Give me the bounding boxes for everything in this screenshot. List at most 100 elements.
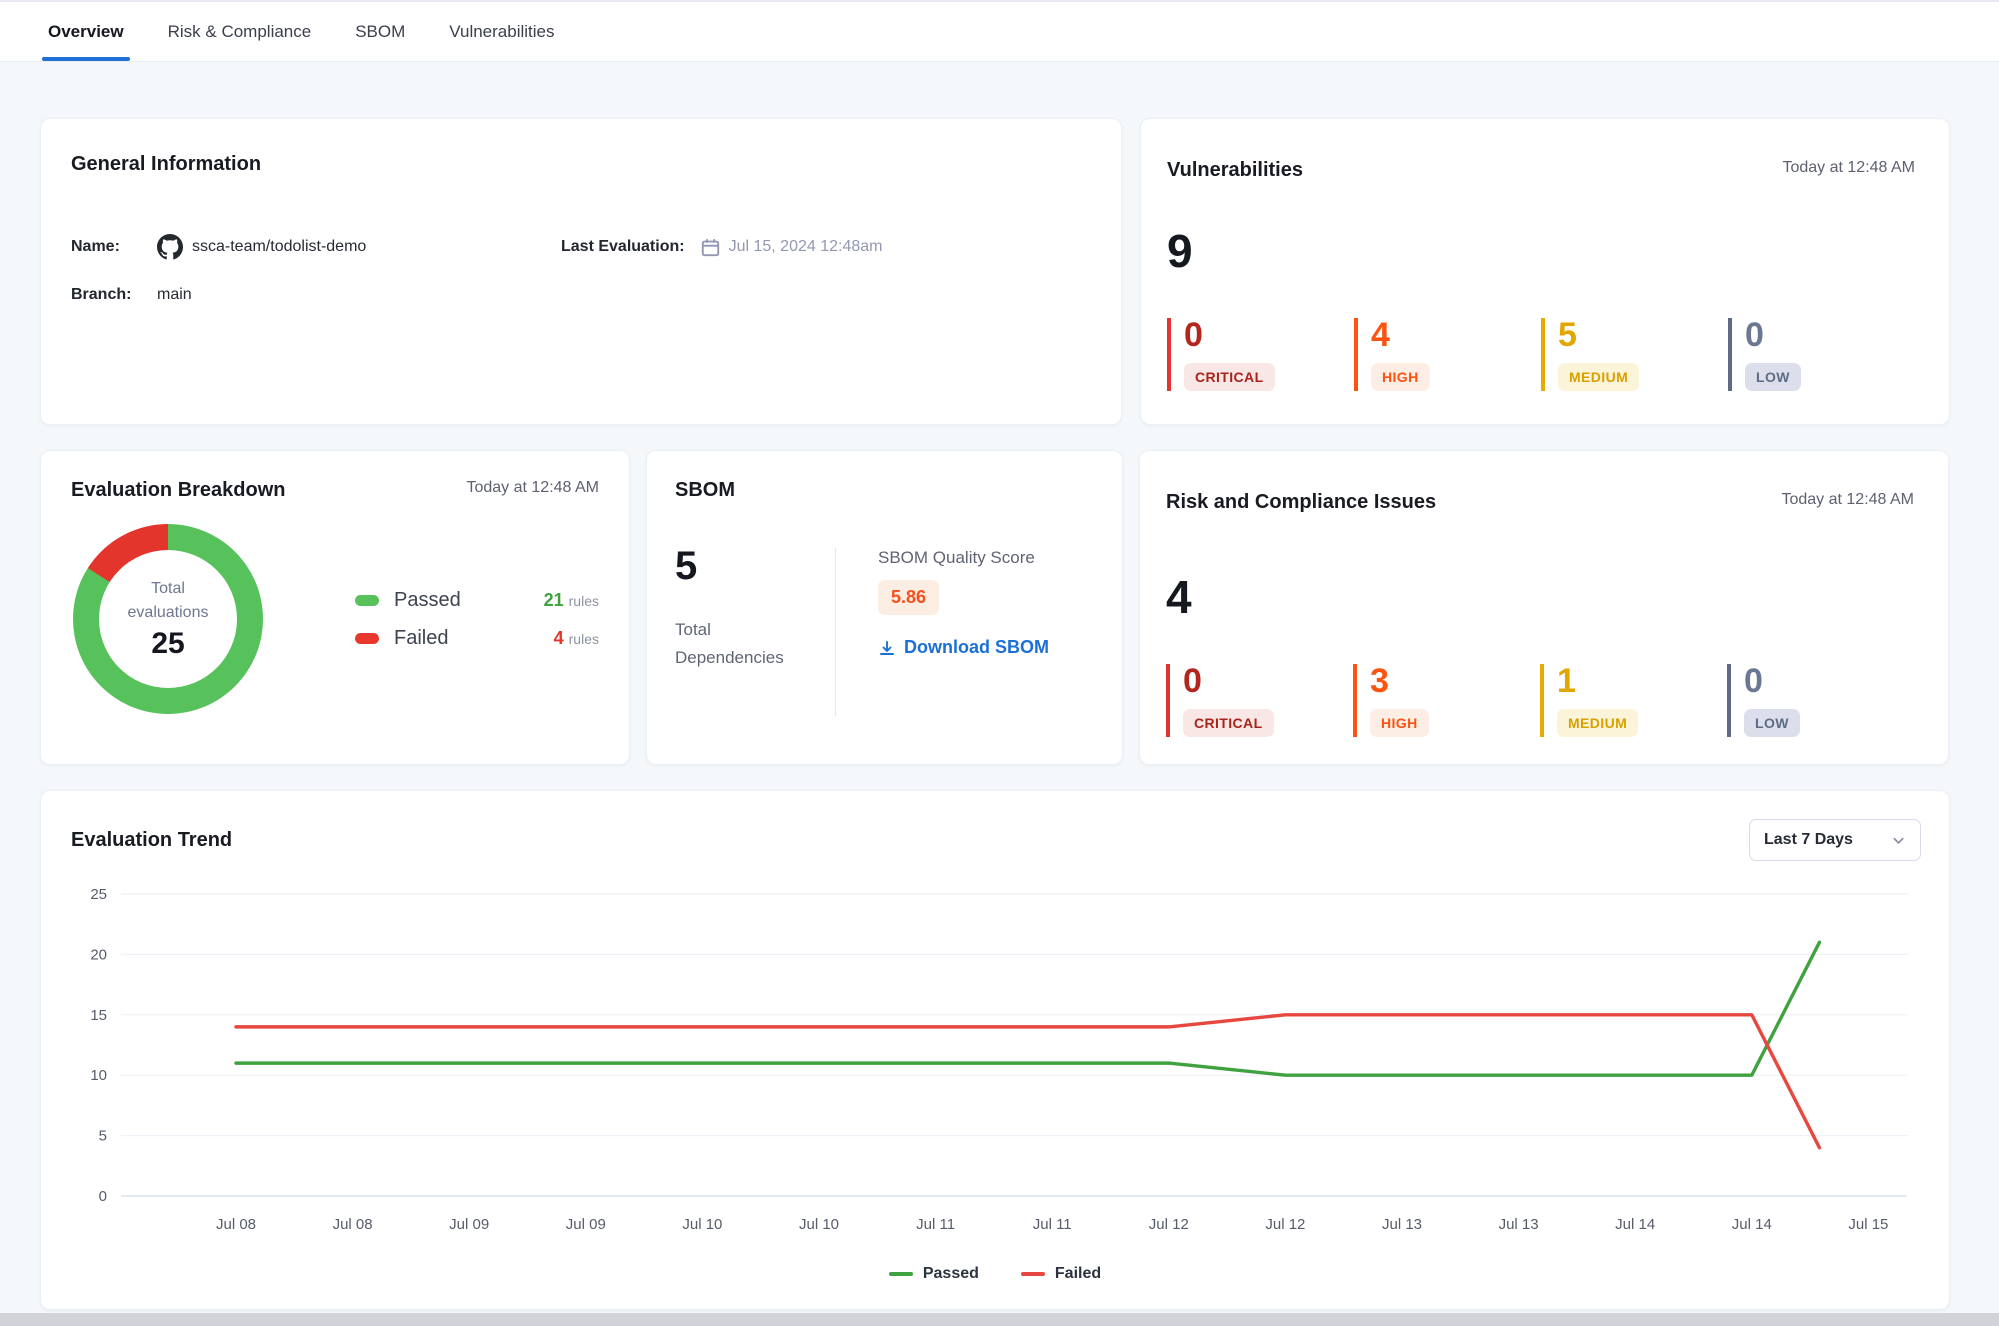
low-badge: LOW [1745, 363, 1801, 391]
sbom-title: SBOM [675, 479, 735, 502]
svg-text:Jul 14: Jul 14 [1732, 1216, 1772, 1233]
svg-text:Jul 08: Jul 08 [216, 1216, 256, 1233]
branch-label: Branch: [71, 286, 157, 304]
passed-count: 21 [544, 590, 564, 610]
sbom-quality-score-badge: 5.86 [878, 580, 939, 615]
vulnerabilities-card: Vulnerabilities Today at 12:48 AM 9 0 CR… [1140, 118, 1950, 425]
evaluation-trend-chart: 0510152025Jul 08Jul 08Jul 09Jul 09Jul 10… [41, 871, 1937, 1263]
time-range-value: Last 7 Days [1764, 831, 1853, 849]
svg-text:Jul 11: Jul 11 [916, 1216, 955, 1233]
tab-bar: Overview Risk & Compliance SBOM Vulnerab… [0, 0, 1999, 62]
tab-vulnerabilities[interactable]: Vulnerabilities [449, 2, 554, 61]
chevron-down-icon [1891, 833, 1906, 848]
evaluation-trend-card: Evaluation Trend Last 7 Days 0 5 10 15 20 25 J… [40, 790, 1950, 1310]
general-information-card: General Information Name: ssca-team/todo… [40, 118, 1122, 425]
risk-compliance-title: Risk and Compliance Issues [1166, 491, 1436, 514]
svg-text:20: 20 [90, 946, 107, 963]
evaluation-trend-title: Evaluation Trend [71, 829, 232, 852]
risk-critical: 0 CRITICAL [1166, 664, 1353, 737]
svg-text:0: 0 [99, 1188, 107, 1205]
tab-risk-compliance[interactable]: Risk & Compliance [168, 2, 312, 61]
failed-count: 4 [554, 628, 564, 648]
high-count: 3 [1370, 664, 1540, 698]
passed-label: Passed [394, 589, 461, 612]
vulnerabilities-high: 4 HIGH [1354, 318, 1541, 391]
sbom-card: SBOM 5 Total Dependencies SBOM Quality S… [646, 450, 1123, 765]
tab-sbom[interactable]: SBOM [355, 2, 405, 61]
failed-pill-icon [355, 633, 379, 644]
risk-medium: 1 MEDIUM [1540, 664, 1727, 737]
trend-failed-label: Failed [1055, 1265, 1101, 1283]
svg-text:Jul 10: Jul 10 [799, 1216, 839, 1233]
vulnerabilities-total: 9 [1167, 228, 1915, 274]
download-sbom-label: Download SBOM [904, 637, 1049, 658]
time-range-dropdown[interactable]: Last 7 Days [1749, 819, 1921, 861]
last-evaluation-label: Last Evaluation: [561, 238, 685, 256]
medium-badge: MEDIUM [1558, 363, 1639, 391]
last-evaluation-value: Jul 15, 2024 12:48am [729, 238, 883, 256]
risk-compliance-card: Risk and Compliance Issues Today at 12:4… [1139, 450, 1949, 765]
critical-count: 0 [1183, 664, 1353, 698]
svg-text:Jul 09: Jul 09 [566, 1216, 606, 1233]
evaluation-breakdown-timestamp: Today at 12:48 AM [466, 479, 599, 497]
low-count: 0 [1745, 318, 1915, 352]
divider [835, 548, 836, 716]
donut-center-value: 25 [151, 627, 184, 661]
passed-line-icon [889, 1272, 913, 1276]
svg-text:25: 25 [90, 886, 107, 903]
critical-badge: CRITICAL [1184, 363, 1275, 391]
critical-badge: CRITICAL [1183, 709, 1274, 737]
calendar-icon [701, 238, 720, 257]
vulnerabilities-low: 0 LOW [1728, 318, 1915, 391]
branch-value: main [157, 286, 192, 304]
medium-badge: MEDIUM [1557, 709, 1638, 737]
total-dependencies-count: 5 [675, 546, 835, 586]
medium-count: 5 [1558, 318, 1728, 352]
window-bottom-edge [0, 1313, 1999, 1326]
donut-center-label: Total evaluations [113, 577, 223, 625]
trend-legend: Passed Failed [41, 1265, 1949, 1283]
trend-passed-label: Passed [923, 1265, 979, 1283]
failed-unit: rules [569, 631, 599, 647]
evaluation-breakdown-title: Evaluation Breakdown [71, 479, 286, 502]
svg-text:10: 10 [90, 1067, 107, 1084]
trend-legend-failed: Failed [1021, 1265, 1101, 1283]
svg-text:15: 15 [90, 1007, 107, 1024]
vulnerabilities-timestamp: Today at 12:48 AM [1782, 159, 1915, 177]
github-icon [157, 234, 183, 260]
svg-text:Jul 12: Jul 12 [1265, 1216, 1305, 1233]
vulnerabilities-critical: 0 CRITICAL [1167, 318, 1354, 391]
tab-overview[interactable]: Overview [48, 2, 124, 61]
svg-text:Jul 13: Jul 13 [1382, 1216, 1422, 1233]
svg-text:Jul 12: Jul 12 [1149, 1216, 1189, 1233]
high-badge: HIGH [1370, 709, 1429, 737]
vulnerabilities-title: Vulnerabilities [1167, 159, 1303, 182]
svg-text:Jul 10: Jul 10 [682, 1216, 722, 1233]
passed-pill-icon [355, 595, 379, 606]
svg-text:Jul 11: Jul 11 [1033, 1216, 1072, 1233]
download-sbom-link[interactable]: Download SBOM [878, 637, 1049, 658]
svg-text:Jul 08: Jul 08 [333, 1216, 373, 1233]
svg-text:Jul 15: Jul 15 [1848, 1216, 1888, 1233]
legend-passed: Passed 21 rules [355, 589, 599, 612]
trend-legend-passed: Passed [889, 1265, 979, 1283]
svg-text:5: 5 [99, 1128, 107, 1145]
low-count: 0 [1744, 664, 1914, 698]
repo-name-value: ssca-team/todolist-demo [192, 238, 366, 256]
failed-line-icon [1021, 1272, 1045, 1276]
risk-compliance-total: 4 [1166, 574, 1914, 620]
critical-count: 0 [1184, 318, 1354, 352]
general-information-title: General Information [71, 153, 261, 176]
vulnerabilities-medium: 5 MEDIUM [1541, 318, 1728, 391]
passed-unit: rules [569, 593, 599, 609]
high-count: 4 [1371, 318, 1541, 352]
low-badge: LOW [1744, 709, 1800, 737]
svg-text:Jul 13: Jul 13 [1499, 1216, 1539, 1233]
download-icon [878, 639, 896, 657]
evaluations-donut-chart: Total evaluations 25 [73, 524, 263, 714]
risk-compliance-timestamp: Today at 12:48 AM [1781, 491, 1914, 509]
failed-label: Failed [394, 627, 448, 650]
total-dependencies-label: Total Dependencies [675, 616, 795, 672]
evaluation-breakdown-card: Evaluation Breakdown Today at 12:48 AM T… [40, 450, 630, 765]
sbom-quality-score-label: SBOM Quality Score [878, 548, 1049, 568]
